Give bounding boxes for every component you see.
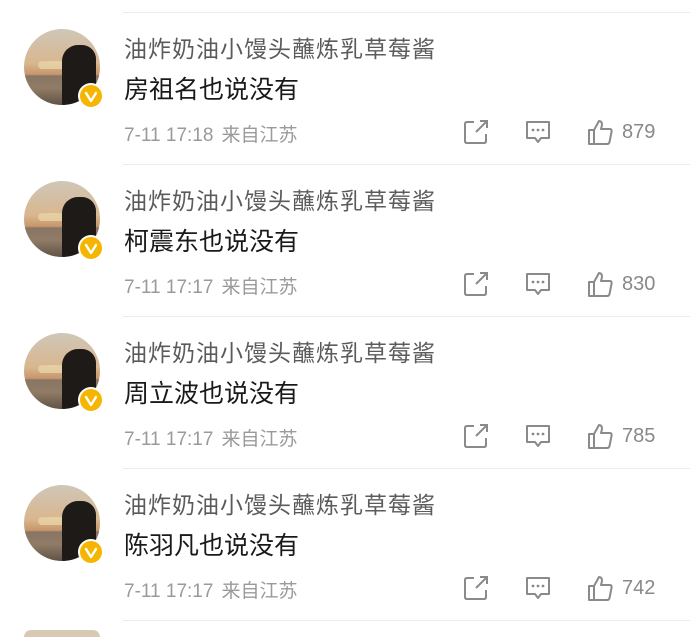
verified-badge-icon: [78, 235, 104, 261]
location: 来自江苏: [221, 580, 298, 602]
avatar[interactable]: [24, 181, 104, 261]
reply-button[interactable]: [524, 270, 552, 298]
like-count: 830: [622, 272, 656, 295]
like-count: 879: [622, 120, 656, 143]
username[interactable]: 油炸奶油小馒头蘸炼乳草莓酱: [124, 486, 436, 520]
comment-item: 油炸奶油小馒头蘸炼乳草莓酱 周立波也说没有 7-11 17:17 来自江苏 785: [0, 304, 690, 456]
comment-icon: [526, 425, 550, 447]
like-button[interactable]: 785: [586, 422, 655, 450]
comment-meta: 7-11 17:18 来自江苏: [124, 120, 297, 147]
avatar[interactable]: [24, 485, 104, 565]
comment-text: 周立波也说没有: [124, 379, 300, 408]
location: 来自江苏: [221, 124, 298, 146]
reply-button[interactable]: [524, 422, 552, 450]
like-button[interactable]: 830: [586, 270, 655, 298]
comment-icon: [526, 577, 550, 599]
comment-item: 油炸奶油小馒头蘸炼乳草莓酱 柯震东也说没有 7-11 17:17 来自江苏 830: [0, 152, 690, 304]
comment-text: 房祖名也说没有: [124, 75, 300, 104]
username[interactable]: 油炸奶油小馒头蘸炼乳草莓酱: [124, 30, 436, 64]
share-icon: [464, 576, 488, 600]
verified-badge-icon: [78, 83, 104, 109]
timestamp: 7-11 17:18: [124, 125, 214, 146]
thumbs-up-icon: [588, 576, 613, 601]
verified-badge-icon: [78, 387, 104, 413]
share-icon: [464, 120, 488, 144]
share-button[interactable]: [462, 422, 490, 450]
comment-icon: [526, 121, 550, 143]
comment-icon: [526, 273, 550, 295]
timestamp: 7-11 17:17: [124, 277, 214, 298]
comment-meta: 7-11 17:17 来自江苏: [124, 576, 297, 603]
like-count: 785: [622, 424, 656, 447]
timestamp: 7-11 17:17: [124, 581, 214, 602]
like-button[interactable]: 742: [586, 574, 655, 602]
comment-meta: 7-11 17:17 来自江苏: [124, 424, 297, 451]
username[interactable]: 油炸奶油小馒头蘸炼乳草莓酱: [124, 182, 436, 216]
next-avatar-peek: [24, 630, 100, 637]
thumbs-up-icon: [588, 120, 613, 145]
comment-meta: 7-11 17:17 来自江苏: [124, 272, 297, 299]
comment-feed: 油炸奶油小馒头蘸炼乳草莓酱 房祖名也说没有 7-11 17:18 来自江苏 879…: [0, 0, 690, 637]
location: 来自江苏: [221, 276, 298, 298]
verified-badge-icon: [78, 539, 104, 565]
share-button[interactable]: [462, 270, 490, 298]
comment-item: 油炸奶油小馒头蘸炼乳草莓酱 陈羽凡也说没有 7-11 17:17 来自江苏 742: [0, 456, 690, 608]
timestamp: 7-11 17:17: [124, 429, 214, 450]
share-icon: [464, 272, 488, 296]
share-icon: [464, 424, 488, 448]
username[interactable]: 油炸奶油小馒头蘸炼乳草莓酱: [124, 334, 436, 368]
thumbs-up-icon: [588, 424, 613, 449]
share-button[interactable]: [462, 118, 490, 146]
comment-text: 柯震东也说没有: [124, 227, 300, 256]
reply-button[interactable]: [524, 574, 552, 602]
avatar[interactable]: [24, 29, 104, 109]
share-button[interactable]: [462, 574, 490, 602]
reply-button[interactable]: [524, 118, 552, 146]
comment-text: 陈羽凡也说没有: [124, 531, 300, 560]
like-count: 742: [622, 576, 656, 599]
like-button[interactable]: 879: [586, 118, 655, 146]
comment-item: 油炸奶油小馒头蘸炼乳草莓酱 房祖名也说没有 7-11 17:18 来自江苏 879: [0, 0, 690, 152]
divider: [123, 620, 690, 621]
thumbs-up-icon: [588, 272, 613, 297]
avatar[interactable]: [24, 333, 104, 413]
location: 来自江苏: [221, 428, 298, 450]
